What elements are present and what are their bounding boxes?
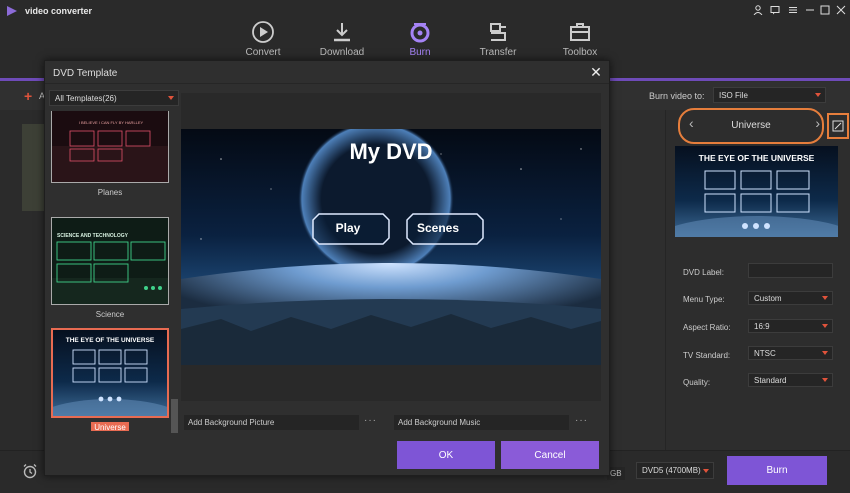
- menu-icon[interactable]: [786, 3, 800, 17]
- app-logo-icon: [7, 6, 17, 16]
- toolbar-convert[interactable]: Convert: [233, 20, 293, 58]
- ok-button[interactable]: OK: [397, 441, 495, 469]
- template-thumbnail: I BELIEVE I CAN FLY BY HARLLEY: [51, 111, 169, 183]
- preview-play-label: Play: [336, 221, 361, 235]
- toolbar-toolbox-label: Toolbox: [562, 47, 598, 58]
- template-thumb-title: SCIENCE AND TECHNOLOGY: [57, 233, 129, 239]
- template-item-universe[interactable]: THE EYE OF THE UNIVERSE Universe: [51, 328, 169, 431]
- transfer-icon: [490, 23, 506, 41]
- template-list: I BELIEVE I CAN FLY BY HARLLEY Planes SC…: [49, 111, 180, 431]
- app-title: video converter: [25, 6, 93, 16]
- toolbar-toolbox[interactable]: Toolbox: [550, 20, 610, 58]
- add-files-icon[interactable]: +: [24, 88, 32, 104]
- template-filter-select[interactable]: All Templates(26): [49, 90, 179, 106]
- menu-type-select[interactable]: Custom: [748, 291, 833, 305]
- edit-icon: [832, 120, 844, 132]
- chevron-down-icon: [822, 378, 828, 382]
- toolbar-download[interactable]: Download: [312, 20, 372, 58]
- quality-value: Standard: [754, 375, 787, 385]
- burn-to-label: Burn video to:: [649, 91, 705, 101]
- toolbox-icon: [570, 23, 590, 41]
- template-list-scrollbar[interactable]: [171, 399, 178, 433]
- template-item-science[interactable]: SCIENCE AND TECHNOLOGY Science: [51, 217, 169, 319]
- close-window-icon[interactable]: [834, 3, 848, 17]
- burn-disc-icon: [410, 23, 430, 43]
- aspect-ratio-label: Aspect Ratio:: [683, 323, 731, 332]
- preview-scenes-button: Scenes: [406, 213, 484, 245]
- schedule-icon[interactable]: [22, 463, 38, 479]
- cancel-button[interactable]: Cancel: [501, 441, 599, 469]
- background-picture-field[interactable]: Add Background Picture: [184, 415, 359, 430]
- dialog-divider: [45, 83, 609, 84]
- disc-type-select[interactable]: DVD5 (4700MB): [636, 462, 714, 479]
- menu-type-label: Menu Type:: [683, 295, 725, 304]
- template-item-label: Planes: [51, 188, 169, 197]
- chevron-down-icon: [703, 468, 709, 473]
- chevron-right-icon[interactable]: ›: [815, 115, 820, 131]
- dvd-label-input[interactable]: [748, 263, 833, 278]
- account-icon[interactable]: [751, 3, 765, 17]
- download-icon: [334, 23, 350, 42]
- template-thumb-title: THE EYE OF THE UNIVERSE: [66, 337, 155, 344]
- browse-picture-icon[interactable]: ···: [364, 415, 377, 426]
- edit-template-button[interactable]: [827, 113, 849, 139]
- browse-music-icon[interactable]: ···: [575, 415, 588, 426]
- close-icon[interactable]: ✕: [589, 64, 603, 80]
- toolbar-transfer[interactable]: Transfer: [468, 20, 528, 58]
- template-carousel: ‹ Universe ›: [678, 108, 824, 144]
- template-name-science: Science: [95, 310, 125, 319]
- preview-scenes-label: Scenes: [417, 221, 459, 235]
- template-item-planes[interactable]: I BELIEVE I CAN FLY BY HARLLEY Planes: [51, 111, 169, 197]
- chevron-down-icon: [822, 351, 828, 355]
- template-preview-small: THE EYE OF THE UNIVERSE: [675, 146, 838, 237]
- chevron-down-icon: [822, 296, 828, 300]
- aspect-ratio-select[interactable]: 16:9: [748, 319, 833, 333]
- minimize-icon[interactable]: [803, 3, 817, 17]
- toolbar-burn[interactable]: Burn: [390, 20, 450, 58]
- template-item-label: Science: [51, 310, 169, 319]
- template-thumbnail: THE EYE OF THE UNIVERSE: [51, 328, 169, 418]
- template-name-universe: Universe: [91, 422, 129, 431]
- menu-type-value: Custom: [754, 293, 782, 303]
- burn-to-select[interactable]: ISO File: [713, 87, 826, 103]
- message-icon[interactable]: [768, 3, 782, 17]
- quality-label: Quality:: [683, 378, 711, 387]
- toolbar-download-label: Download: [319, 47, 365, 58]
- preview-play-button: Play: [312, 213, 390, 245]
- template-filter-value: All Templates(26): [55, 93, 117, 103]
- dialog-title: DVD Template: [53, 68, 118, 79]
- convert-icon: [252, 21, 274, 43]
- template-thumb-title: I BELIEVE I CAN FLY BY HARLLEY: [79, 120, 144, 125]
- template-preview: My DVD Play Scenes: [181, 129, 601, 365]
- aspect-ratio-value: 16:9: [754, 321, 770, 331]
- toolbar-burn-label: Burn: [409, 47, 431, 58]
- burn-to-value: ISO File: [719, 90, 748, 100]
- toolbar-convert-label: Convert: [245, 47, 281, 58]
- template-name: Universe: [731, 120, 771, 131]
- quality-select[interactable]: Standard: [748, 373, 833, 387]
- tv-standard-select[interactable]: NTSC: [748, 346, 833, 360]
- dvd-label-label: DVD Label:: [683, 268, 724, 277]
- tv-standard-value: NTSC: [754, 348, 776, 358]
- maximize-icon[interactable]: [818, 3, 832, 17]
- dvd-template-dialog: DVD Template ✕ All Templates(26) I BELIE…: [44, 60, 610, 476]
- tv-standard-label: TV Standard:: [683, 351, 731, 360]
- small-preview-title: THE EYE OF THE UNIVERSE: [699, 153, 815, 163]
- toolbar-transfer-label: Transfer: [479, 47, 517, 58]
- burn-button[interactable]: Burn: [727, 456, 827, 485]
- chevron-down-icon: [815, 93, 821, 97]
- template-name-planes: Planes: [97, 188, 123, 197]
- template-item-label: Universe: [51, 422, 169, 431]
- video-thumbnail[interactable]: [22, 124, 46, 211]
- chevron-down-icon: [822, 324, 828, 328]
- background-music-field[interactable]: Add Background Music: [394, 415, 569, 430]
- app-window: video converter Convert Download Burn Tr…: [0, 0, 850, 493]
- disc-type-value: DVD5 (4700MB): [642, 466, 701, 475]
- chevron-down-icon: [168, 96, 174, 100]
- preview-title: My DVD: [349, 139, 432, 164]
- template-thumbnail: SCIENCE AND TECHNOLOGY: [51, 217, 169, 305]
